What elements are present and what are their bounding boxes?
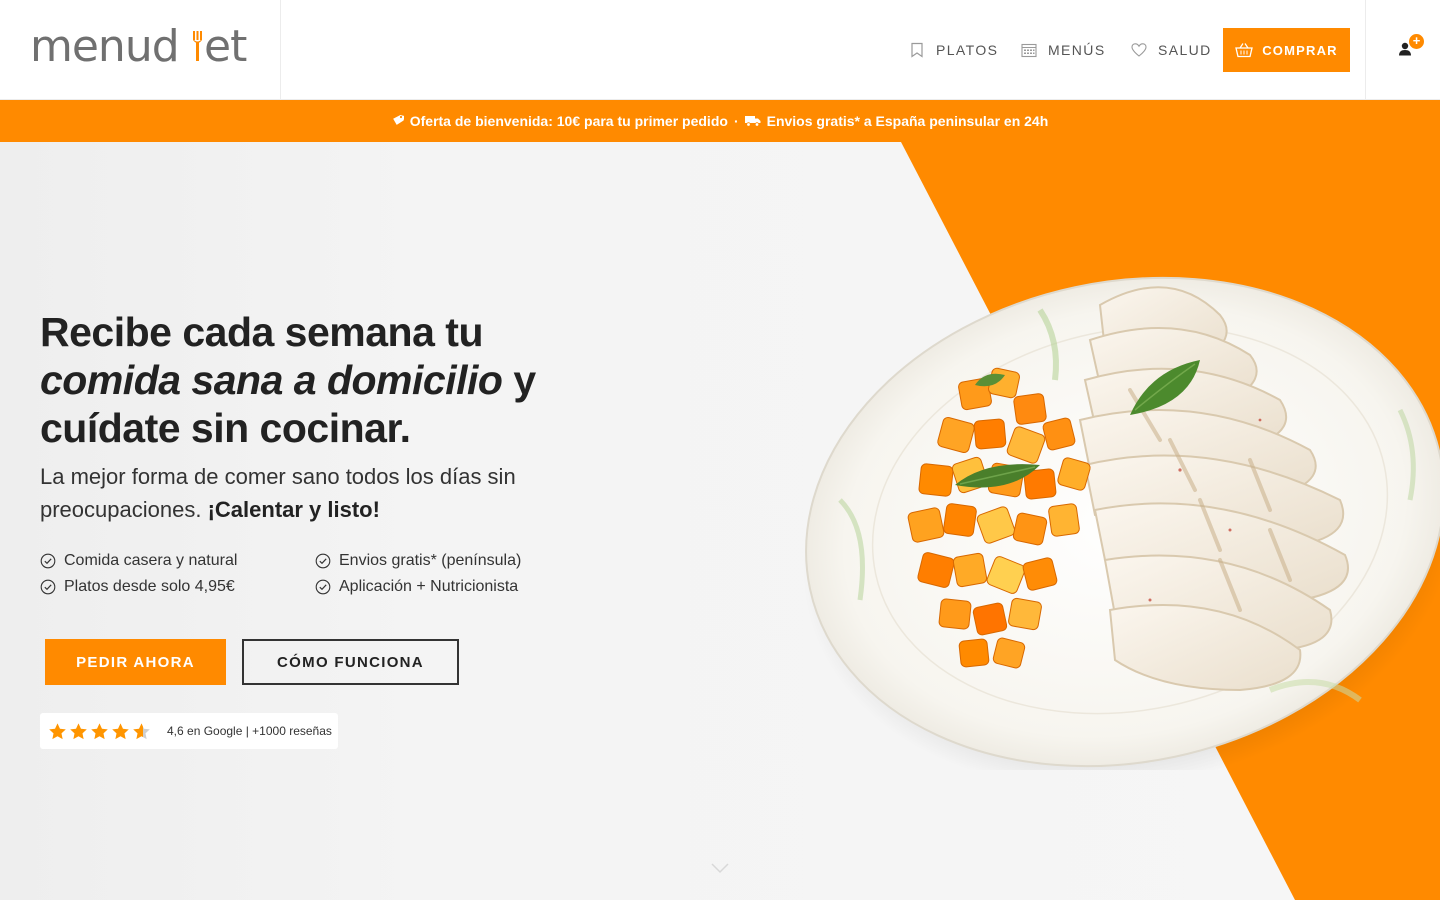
hero-title-emphasis: comida sana a domicilio — [40, 357, 503, 403]
como-funciona-button[interactable]: CÓMO FUNCIONA — [242, 639, 459, 685]
check-circle-icon — [40, 553, 56, 569]
truck-icon — [744, 116, 761, 127]
site-header: menud et PLATOS MENÚS SALUD COMPRAR + — [0, 0, 1440, 100]
hero-title: Recibe cada semana tu comida sana a domi… — [40, 308, 600, 452]
half-star-icon — [133, 722, 150, 739]
feature-item: Aplicación + Nutricionista — [315, 578, 580, 596]
feature-label: Platos desde solo 4,95€ — [64, 578, 235, 595]
hero-title-line3: cuídate sin cocinar. — [40, 405, 411, 451]
tag-icon — [392, 114, 404, 125]
rating-text: 4,6 en Google | +1000 reseñas — [167, 724, 332, 738]
plus-badge[interactable]: + — [1409, 34, 1424, 49]
comprar-label: COMPRAR — [1262, 42, 1338, 58]
hero-subtitle-bold: ¡Calentar y listo! — [207, 497, 380, 522]
chevron-down-icon[interactable] — [710, 862, 730, 874]
feature-label: Aplicación + Nutricionista — [339, 578, 519, 595]
hero-section: Recibe cada semana tu comida sana a domi… — [0, 142, 1440, 900]
nav-label-platos: PLATOS — [936, 42, 999, 58]
menudiet-logo: menud et — [30, 21, 248, 72]
feature-item: Comida casera y natural — [40, 552, 315, 570]
feature-list: Comida casera y natural Envios gratis* (… — [40, 552, 580, 596]
feature-item: Envios gratis* (península) — [315, 552, 580, 570]
promo-offer: Oferta de bienvenida: 10€ para tu primer… — [409, 113, 728, 129]
comprar-button[interactable]: COMPRAR — [1223, 28, 1350, 72]
nav-label-salud: SALUD — [1158, 42, 1212, 58]
google-rating-badge[interactable]: 4,6 en Google | +1000 reseñas — [40, 713, 338, 749]
rating-stars — [48, 722, 151, 741]
hero-subtitle: La mejor forma de comer sano todos los d… — [40, 460, 580, 526]
pedir-ahora-button[interactable]: PEDIR AHORA — [45, 639, 226, 685]
hero-title-connector: y — [513, 357, 536, 403]
account-area: + — [1365, 0, 1440, 100]
star-icon — [91, 722, 108, 739]
nav-label-menus: MENÚS — [1048, 42, 1106, 58]
hero-title-line1: Recibe cada semana tu — [40, 309, 483, 355]
calendar-icon — [1021, 43, 1037, 58]
chicken-plate-image — [803, 276, 1440, 770]
svg-text:menud: menud — [30, 23, 179, 69]
heart-icon — [1131, 43, 1147, 57]
promo-separator: · — [733, 113, 739, 129]
promo-shipping: Envios gratis* a España peninsular en 24… — [766, 113, 1049, 129]
check-circle-icon — [40, 579, 56, 595]
promo-bar: Oferta de bienvenida: 10€ para tu primer… — [0, 100, 1440, 142]
bookmark-icon — [911, 42, 923, 58]
star-icon — [112, 722, 129, 739]
star-icon — [70, 722, 87, 739]
check-circle-icon — [315, 579, 331, 595]
logo: menud et — [30, 21, 250, 77]
nav-platos[interactable]: PLATOS — [909, 28, 998, 72]
feature-item: Platos desde solo 4,95€ — [40, 578, 315, 596]
star-icon — [49, 722, 66, 739]
check-circle-icon — [315, 553, 331, 569]
feature-label: Envios gratis* (península) — [339, 552, 522, 569]
basket-icon — [1235, 43, 1254, 58]
logo-link[interactable]: menud et — [0, 0, 281, 100]
nav-salud[interactable]: SALUD — [1131, 28, 1212, 72]
nav-menus[interactable]: MENÚS — [1021, 28, 1106, 72]
feature-label: Comida casera y natural — [64, 552, 238, 569]
svg-text:et: et — [204, 23, 247, 69]
